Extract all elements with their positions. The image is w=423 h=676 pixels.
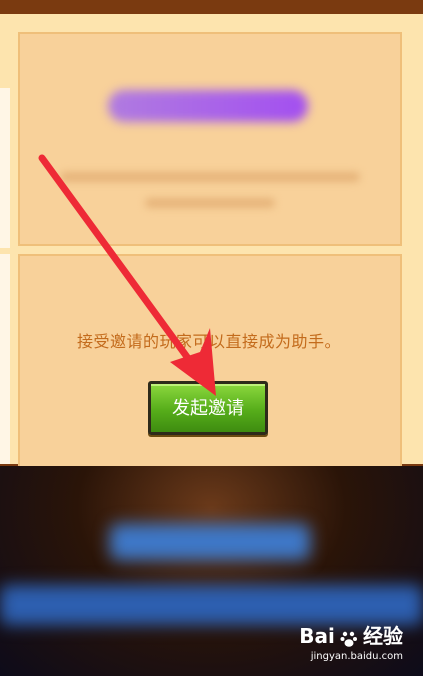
watermark-url: jingyan.baidu.com [310, 651, 403, 662]
info-card-bottom [18, 254, 402, 468]
info-card-top [18, 32, 402, 246]
watermark-suffix: 经验 [363, 624, 403, 648]
blurred-element [110, 524, 310, 560]
blurred-title [108, 90, 308, 122]
blurred-element [0, 585, 423, 625]
baidu-watermark: Bai 经验 jingyan.baidu.com [299, 620, 403, 662]
panel-edge [0, 254, 10, 464]
invite-button[interactable]: 发起邀请 [148, 381, 268, 435]
paw-icon [340, 631, 357, 647]
invite-description: 接受邀请的玩家可以直接成为助手。 [76, 332, 341, 351]
panel-edge [0, 88, 10, 248]
watermark-brand: Bai [299, 624, 335, 648]
blurred-text [60, 172, 360, 182]
blurred-text [145, 198, 275, 208]
